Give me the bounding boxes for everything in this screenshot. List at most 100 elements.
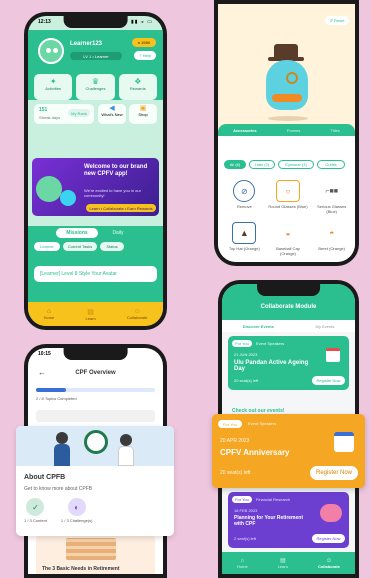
- mascot-illustration: [36, 176, 62, 202]
- username: Learner123: [70, 41, 103, 47]
- streak-card[interactable]: 151 Streak days My Rank: [34, 104, 94, 124]
- piggy-bank-icon: [320, 504, 342, 522]
- register-button[interactable]: Register Now: [312, 376, 345, 385]
- help-label: Help: [142, 53, 151, 58]
- event-date: 18 FEB 2023: [234, 508, 258, 513]
- nav-home[interactable]: ⌂ Home: [237, 558, 248, 569]
- register-button[interactable]: Register Now: [310, 466, 358, 480]
- item-grid: ⊘ Remove ○ Round Glasses (Blue) ⌐■■ Seri…: [224, 180, 352, 260]
- stat-chip-activities[interactable]: ✦ Activities: [34, 74, 73, 100]
- nav-label: Learn: [277, 564, 288, 569]
- phone-home-screen: 12:13 ▮▮ ◒ ▭ Learner123 LV 1 • Learner ●…: [24, 12, 167, 330]
- page-title: CPF Overview: [75, 370, 116, 376]
- glasses-icon: ○: [275, 180, 300, 202]
- filter-all[interactable]: All (6): [224, 160, 246, 169]
- cap-icon: ◒: [285, 228, 291, 238]
- top-hat-icon: ▲: [232, 222, 257, 244]
- cpfv-anniversary-card[interactable]: For You Event Speakers 20 APR 2023 CPFV …: [212, 414, 365, 488]
- progress-fill: [36, 388, 66, 392]
- stat-challenge: ◐ 1 / 3 Challenge(s): [61, 498, 92, 532]
- tab-my-events[interactable]: My Events: [316, 324, 335, 329]
- book-icon: ▤: [87, 308, 94, 316]
- item-baseball-cap[interactable]: ◒ Baseball Cap (Orange): [268, 222, 309, 260]
- welcome-banner[interactable]: Welcome to our brand new CPFV app! We're…: [32, 158, 159, 216]
- event-card[interactable]: For You Financial Research 18 FEB 2023 P…: [228, 492, 349, 548]
- avatar-eye-left: [46, 48, 51, 53]
- item-serious-glasses[interactable]: ⌐■■ Serious Glasses (Blue): [311, 180, 352, 218]
- glasses-icon: ⌐■■: [325, 187, 338, 195]
- mission-item-label: [Learner] Level 8 Style Your Avatar: [40, 271, 117, 277]
- my-rank-button[interactable]: My Rank: [68, 109, 90, 117]
- stat-chip-rewards[interactable]: ❖ Rewards: [118, 74, 157, 100]
- coin-icon: ●: [137, 40, 141, 45]
- person-illustration: [56, 432, 68, 444]
- nav-home[interactable]: ⌂ Home: [44, 308, 55, 320]
- filter-outfits[interactable]: Outfits: [317, 160, 345, 169]
- home-screen: 12:13 ▮▮ ◒ ▭ Learner123 LV 1 • Learner ●…: [28, 16, 163, 326]
- event-seats: 2 seat(s) left: [234, 536, 257, 541]
- welcome-cta[interactable]: Learn • Collaborate • Earn Rewards: [86, 204, 156, 212]
- item-top-hat[interactable]: ▲ Top Hat (Orange): [224, 222, 265, 260]
- nav-label: Home: [237, 563, 248, 569]
- event-title: Ulu Pandan Active Ageing Day: [234, 360, 309, 372]
- filter-chip[interactable]: Status: [100, 242, 124, 251]
- avatar[interactable]: [38, 38, 64, 64]
- tab-accessories[interactable]: Accessories: [233, 128, 257, 133]
- about-cpfb-card[interactable]: About CPFB Get to know more about CPFB ✓…: [16, 426, 174, 536]
- item-round-glasses[interactable]: ○ Round Glasses (Blue): [268, 180, 309, 218]
- person-body: [118, 446, 134, 466]
- points-badge[interactable]: ● 2000: [132, 38, 156, 47]
- register-button[interactable]: Register Now: [312, 534, 345, 543]
- mascot-body: [266, 60, 308, 110]
- tab-missions[interactable]: Missions: [56, 228, 98, 238]
- person-body: [54, 444, 70, 466]
- about-title: About CPFB: [24, 474, 66, 481]
- filter-chip[interactable]: Current Tasks: [63, 242, 97, 251]
- about-subtitle: Get to know more about CPFB: [24, 486, 93, 492]
- puzzle-icon: ✦: [49, 77, 57, 86]
- nav-collaborate[interactable]: ☺ Collaborate: [318, 558, 340, 569]
- item-beret[interactable]: ◓ Beret (Orange): [311, 222, 352, 260]
- stat-chip-challenges[interactable]: ♛ Challenges: [76, 74, 115, 100]
- nav-learn[interactable]: ▤ Learn: [278, 557, 288, 569]
- stat-chip-row: ✦ Activities ♛ Challenges ❖ Rewards: [34, 74, 157, 100]
- nav-learn[interactable]: ▤ Learn: [85, 308, 95, 321]
- event-card[interactable]: For You Event Speakers 21 JUN 2023 Ulu P…: [228, 336, 349, 390]
- whats-new-button[interactable]: ◀ What's New: [98, 104, 126, 124]
- item-label: Beret (Orange): [318, 246, 345, 251]
- shop-button[interactable]: ▣ Shop: [129, 104, 157, 124]
- phone-avatar-customizer: ↺ Reset Accessories Frames Titles All (6…: [214, 0, 359, 266]
- avatar-shadow: [268, 116, 308, 121]
- filter-hats[interactable]: Hats (3): [249, 160, 275, 169]
- retirement-card[interactable]: The 3 Basic Needs in Retirement: [36, 534, 155, 574]
- reset-button[interactable]: ↺ Reset: [325, 16, 349, 25]
- megaphone-icon: ◀: [109, 105, 115, 112]
- tab-daily[interactable]: Daily: [100, 228, 136, 238]
- reset-label: Reset: [334, 18, 345, 23]
- mission-item[interactable]: [Learner] Level 8 Style Your Avatar: [34, 266, 157, 282]
- challenge-icon: ◐: [67, 498, 86, 516]
- filter-eyewear[interactable]: Eyewear (3): [278, 160, 314, 169]
- stat-label: 1 / 3 Content: [24, 518, 47, 523]
- points-value: 2000: [141, 40, 151, 45]
- item-remove[interactable]: ⊘ Remove: [224, 180, 265, 218]
- calendar-icon: [334, 432, 354, 452]
- event-tag: Event Speakers: [248, 421, 277, 426]
- tab-frames[interactable]: Frames: [287, 128, 301, 133]
- top-hat-icon: [274, 44, 298, 58]
- books-illustration: [66, 538, 116, 560]
- nav-label: Learn: [85, 315, 96, 321]
- remove-icon: ⊘: [233, 180, 256, 202]
- stat-chip-label: Challenges: [85, 86, 106, 91]
- help-button[interactable]: ? Help: [134, 51, 156, 60]
- event-date: 21 JUN 2023: [234, 352, 258, 357]
- filter-chip[interactable]: Learner: [34, 242, 60, 251]
- tab-discover-events[interactable]: Discover Events: [243, 324, 274, 329]
- item-label: Serious Glasses (Blue): [317, 204, 347, 214]
- nav-label: Home: [43, 315, 55, 320]
- help-icon: ?: [139, 53, 142, 58]
- tab-titles[interactable]: Titles: [330, 128, 339, 133]
- notch: [63, 348, 128, 360]
- nav-collaborate[interactable]: ☺ Collaborate: [127, 308, 147, 320]
- whats-new-label: What's New: [101, 112, 123, 117]
